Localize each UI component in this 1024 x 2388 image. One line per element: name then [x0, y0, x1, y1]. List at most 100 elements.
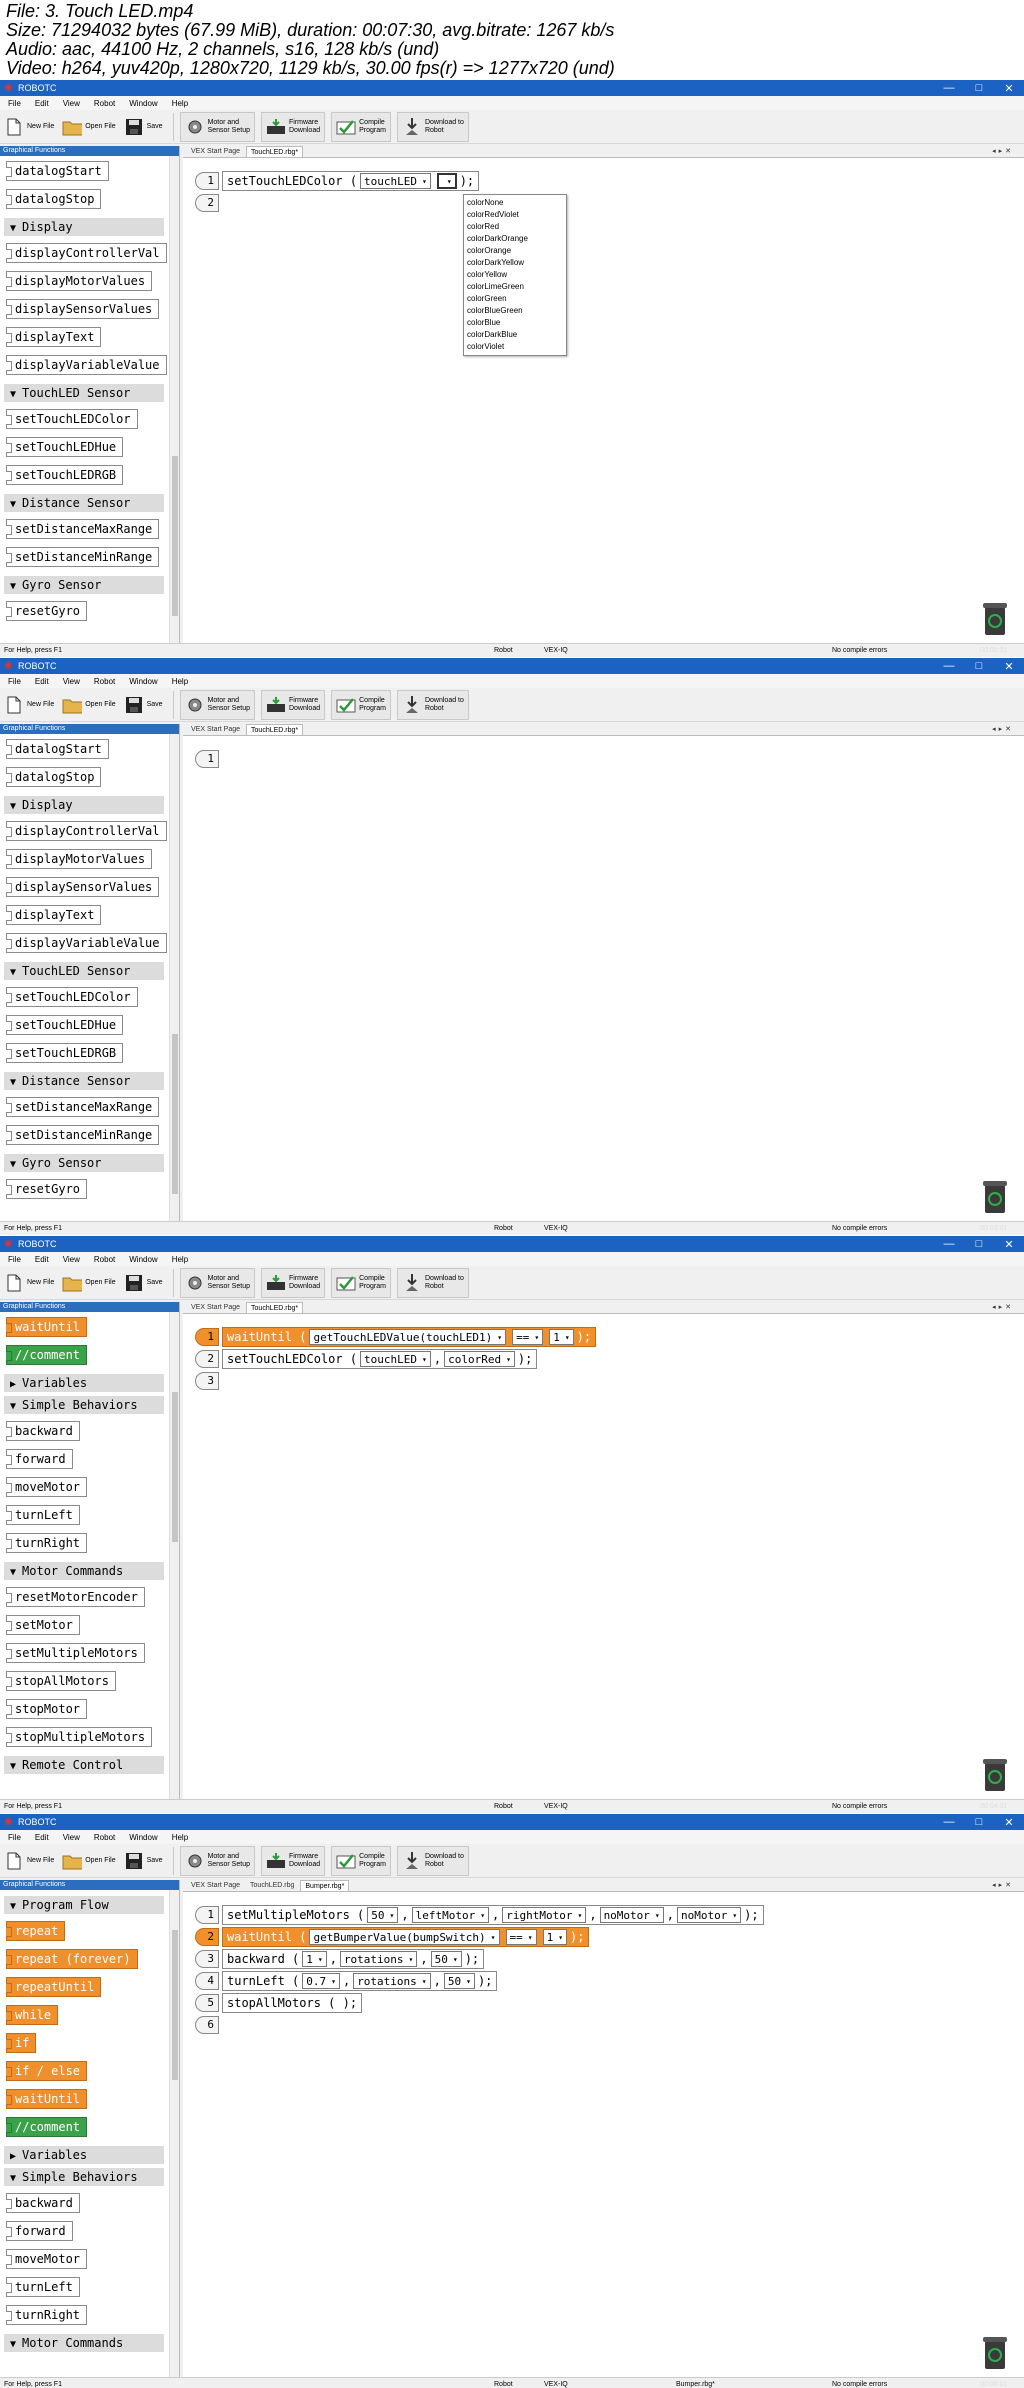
- dropdown-option[interactable]: colorDarkYellow: [464, 257, 566, 269]
- category-header[interactable]: ▼ Simple Behaviors: [4, 2168, 164, 2186]
- dropdown-option[interactable]: colorYellow: [464, 269, 566, 281]
- dropdown-option[interactable]: colorDarkOrange: [464, 233, 566, 245]
- editor-tab[interactable]: TouchLED.rbg: [246, 1880, 298, 1891]
- parameter-dropdown[interactable]: 50 ▾: [367, 1907, 399, 1923]
- dropdown-option[interactable]: colorLimeGreen: [464, 281, 566, 293]
- function-block[interactable]: turnLeft: [6, 2277, 80, 2297]
- firmware-download-button[interactable]: Firmware Download: [260, 1845, 326, 1876]
- menu-edit[interactable]: Edit: [35, 1255, 49, 1264]
- menu-view[interactable]: View: [63, 99, 80, 108]
- menu-file[interactable]: File: [8, 1255, 21, 1264]
- function-block[interactable]: if: [6, 2033, 37, 2053]
- function-block[interactable]: displayMotorValues: [6, 849, 153, 869]
- function-block[interactable]: waitUntil: [6, 1317, 88, 1337]
- close-button[interactable]: ✕: [994, 82, 1024, 95]
- statement-block[interactable]: setTouchLEDColor (touchLED ▾ ▾);: [222, 171, 480, 191]
- editor-tab[interactable]: TouchLED.rbg*: [246, 146, 304, 157]
- download-to-robot-button[interactable]: Download to Robot: [396, 689, 469, 720]
- parameter-dropdown[interactable]: getBumperValue(bumpSwitch) ▾: [309, 1929, 500, 1945]
- function-block[interactable]: waitUntil: [6, 2089, 88, 2109]
- parameter-dropdown[interactable]: 1 ▾: [542, 1929, 568, 1945]
- line-number[interactable]: 5: [195, 1994, 219, 2012]
- editor-tab[interactable]: Bumper.rbg*: [300, 1880, 350, 1891]
- function-block[interactable]: while: [6, 2005, 59, 2025]
- category-header[interactable]: ▼ Motor Commands: [4, 2334, 164, 2352]
- motor-sensor-setup-button[interactable]: Motor and Sensor Setup: [179, 1845, 255, 1876]
- download-to-robot-button[interactable]: Download to Robot: [396, 1845, 469, 1876]
- menu-help[interactable]: Help: [172, 677, 188, 686]
- menu-help[interactable]: Help: [172, 1833, 188, 1842]
- open-file-button[interactable]: Open File: [62, 690, 116, 720]
- category-header[interactable]: ▼ Motor Commands: [4, 1562, 164, 1580]
- firmware-download-button[interactable]: Firmware Download: [260, 689, 326, 720]
- parameter-dropdown[interactable]: == ▾: [512, 1329, 544, 1345]
- dropdown-option[interactable]: colorNone: [464, 197, 566, 209]
- menu-window[interactable]: Window: [129, 1255, 157, 1264]
- function-block[interactable]: moveMotor: [6, 1477, 88, 1497]
- function-block[interactable]: displayText: [6, 327, 102, 347]
- panel-scrollbar[interactable]: [169, 156, 179, 643]
- save-button[interactable]: Save: [124, 1846, 163, 1876]
- function-block[interactable]: moveMotor: [6, 2249, 88, 2269]
- new-file-button[interactable]: New File: [4, 112, 54, 142]
- scrollbar-thumb[interactable]: [172, 1392, 178, 1542]
- compile-program-button[interactable]: Compile Program: [331, 1267, 391, 1298]
- editor-tab[interactable]: VEX Start Page: [187, 724, 244, 735]
- parameter-dropdown[interactable]: getTouchLEDValue(touchLED1) ▾: [309, 1329, 507, 1345]
- menu-robot[interactable]: Robot: [94, 1833, 115, 1842]
- dropdown-option[interactable]: colorBlue: [464, 317, 566, 329]
- menu-robot[interactable]: Robot: [94, 1255, 115, 1264]
- panel-scrollbar[interactable]: [169, 1890, 179, 2377]
- scrollbar-thumb[interactable]: [172, 1034, 178, 1194]
- function-block[interactable]: datalogStart: [6, 161, 109, 181]
- editor-tab[interactable]: TouchLED.rbg*: [246, 1302, 304, 1313]
- function-block[interactable]: displayControllerVal: [6, 243, 167, 263]
- statement-block[interactable]: backward (1 ▾, rotations ▾, 50 ▾);: [222, 1949, 485, 1969]
- function-block[interactable]: resetMotorEncoder: [6, 1587, 145, 1607]
- minimize-button[interactable]: —: [934, 660, 964, 673]
- menu-help[interactable]: Help: [172, 1255, 188, 1264]
- menu-edit[interactable]: Edit: [35, 677, 49, 686]
- tab-nav-arrows-icon[interactable]: ◂▸✕: [988, 1880, 1018, 1892]
- download-to-robot-button[interactable]: Download to Robot: [396, 111, 469, 142]
- trash-can-icon[interactable]: [982, 2335, 1008, 2371]
- firmware-download-button[interactable]: Firmware Download: [260, 1267, 326, 1298]
- parameter-dropdown[interactable]: touchLED ▾: [360, 1351, 431, 1367]
- menu-file[interactable]: File: [8, 1833, 21, 1842]
- function-block[interactable]: //comment: [6, 1345, 88, 1365]
- parameter-dropdown[interactable]: rightMotor ▾: [502, 1907, 587, 1923]
- save-button[interactable]: Save: [124, 1268, 163, 1298]
- function-block[interactable]: repeat: [6, 1921, 66, 1941]
- function-block[interactable]: displayControllerVal: [6, 821, 167, 841]
- function-block[interactable]: setMotor: [6, 1615, 80, 1635]
- tab-nav-arrows-icon[interactable]: ◂▸✕: [988, 1302, 1018, 1314]
- line-number[interactable]: 6: [195, 2016, 219, 2034]
- category-header[interactable]: ▼ Distance Sensor: [4, 1072, 164, 1090]
- function-block[interactable]: displaySensorValues: [6, 299, 160, 319]
- menu-file[interactable]: File: [8, 99, 21, 108]
- motor-sensor-setup-button[interactable]: Motor and Sensor Setup: [179, 111, 255, 142]
- dropdown-option[interactable]: colorViolet: [464, 341, 566, 353]
- open-file-button[interactable]: Open File: [62, 1846, 116, 1876]
- firmware-download-button[interactable]: Firmware Download: [260, 111, 326, 142]
- function-block[interactable]: displaySensorValues: [6, 877, 160, 897]
- function-block[interactable]: stopMultipleMotors: [6, 1727, 153, 1747]
- parameter-dropdown[interactable]: rotations ▾: [339, 1951, 418, 1967]
- function-block[interactable]: setDistanceMaxRange: [6, 1097, 160, 1117]
- parameter-dropdown[interactable]: 0.7 ▾: [302, 1973, 340, 1989]
- open-file-button[interactable]: Open File: [62, 1268, 116, 1298]
- maximize-button[interactable]: □: [964, 660, 994, 673]
- function-block[interactable]: backward: [6, 2193, 80, 2213]
- trash-can-icon[interactable]: [982, 1179, 1008, 1215]
- tab-nav-arrows-icon[interactable]: ◂▸✕: [988, 724, 1018, 736]
- new-file-button[interactable]: New File: [4, 690, 54, 720]
- save-button[interactable]: Save: [124, 112, 163, 142]
- function-block[interactable]: resetGyro: [6, 601, 88, 621]
- motor-sensor-setup-button[interactable]: Motor and Sensor Setup: [179, 1267, 255, 1298]
- line-number[interactable]: 3: [195, 1950, 219, 1968]
- menu-help[interactable]: Help: [172, 99, 188, 108]
- dropdown-option[interactable]: colorRed: [464, 221, 566, 233]
- parameter-dropdown[interactable]: == ▾: [505, 1929, 537, 1945]
- function-block[interactable]: setTouchLEDHue: [6, 437, 124, 457]
- function-block[interactable]: backward: [6, 1421, 80, 1441]
